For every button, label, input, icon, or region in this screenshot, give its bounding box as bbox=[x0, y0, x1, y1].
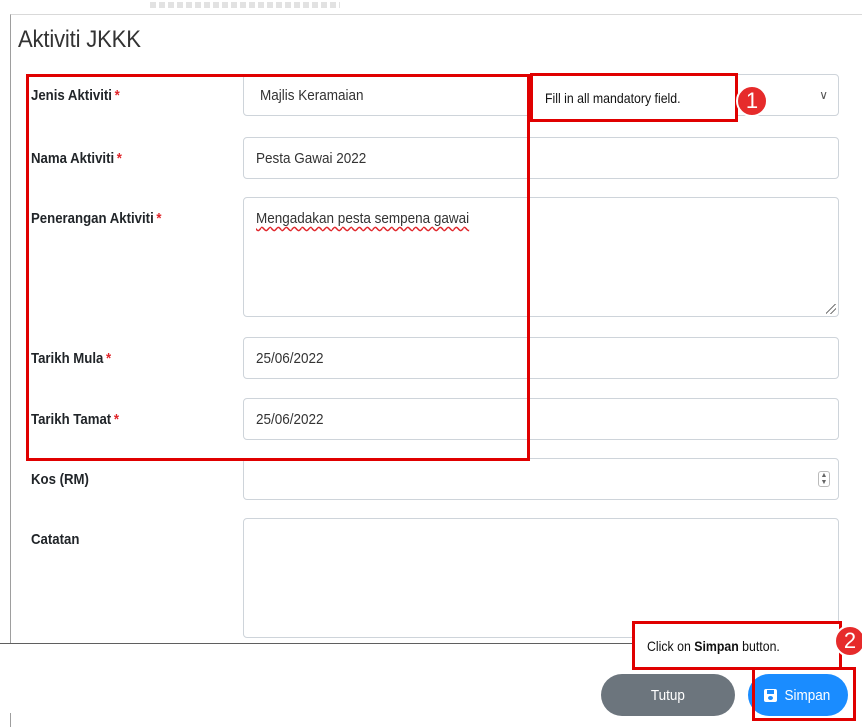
chevron-down-icon: ∨ bbox=[819, 88, 828, 102]
resize-grip-icon[interactable] bbox=[826, 304, 836, 314]
spinner-icon[interactable]: ▲ ▼ bbox=[818, 471, 830, 487]
step1-badge: 1 bbox=[736, 85, 768, 117]
background-fragment bbox=[150, 0, 360, 14]
kos-label: Kos (RM) bbox=[31, 471, 89, 488]
step2-callout: Click on Simpan button. bbox=[632, 621, 842, 670]
modal-title: Aktiviti JKKK bbox=[18, 26, 141, 53]
step1-text: Fill in all mandatory field. bbox=[545, 89, 681, 106]
mandatory-fields-highlight bbox=[26, 74, 530, 461]
tutup-button[interactable]: Tutup bbox=[601, 674, 735, 716]
step1-callout: Fill in all mandatory field. bbox=[530, 73, 738, 122]
step2-text: Click on Simpan button. bbox=[647, 637, 780, 654]
catatan-textarea[interactable] bbox=[243, 518, 839, 638]
catatan-label: Catatan bbox=[31, 531, 80, 548]
simpan-button-highlight bbox=[752, 667, 856, 721]
step2-badge: 2 bbox=[834, 625, 862, 657]
kos-input[interactable]: ▲ ▼ bbox=[243, 458, 839, 500]
tutup-button-label: Tutup bbox=[650, 686, 686, 704]
